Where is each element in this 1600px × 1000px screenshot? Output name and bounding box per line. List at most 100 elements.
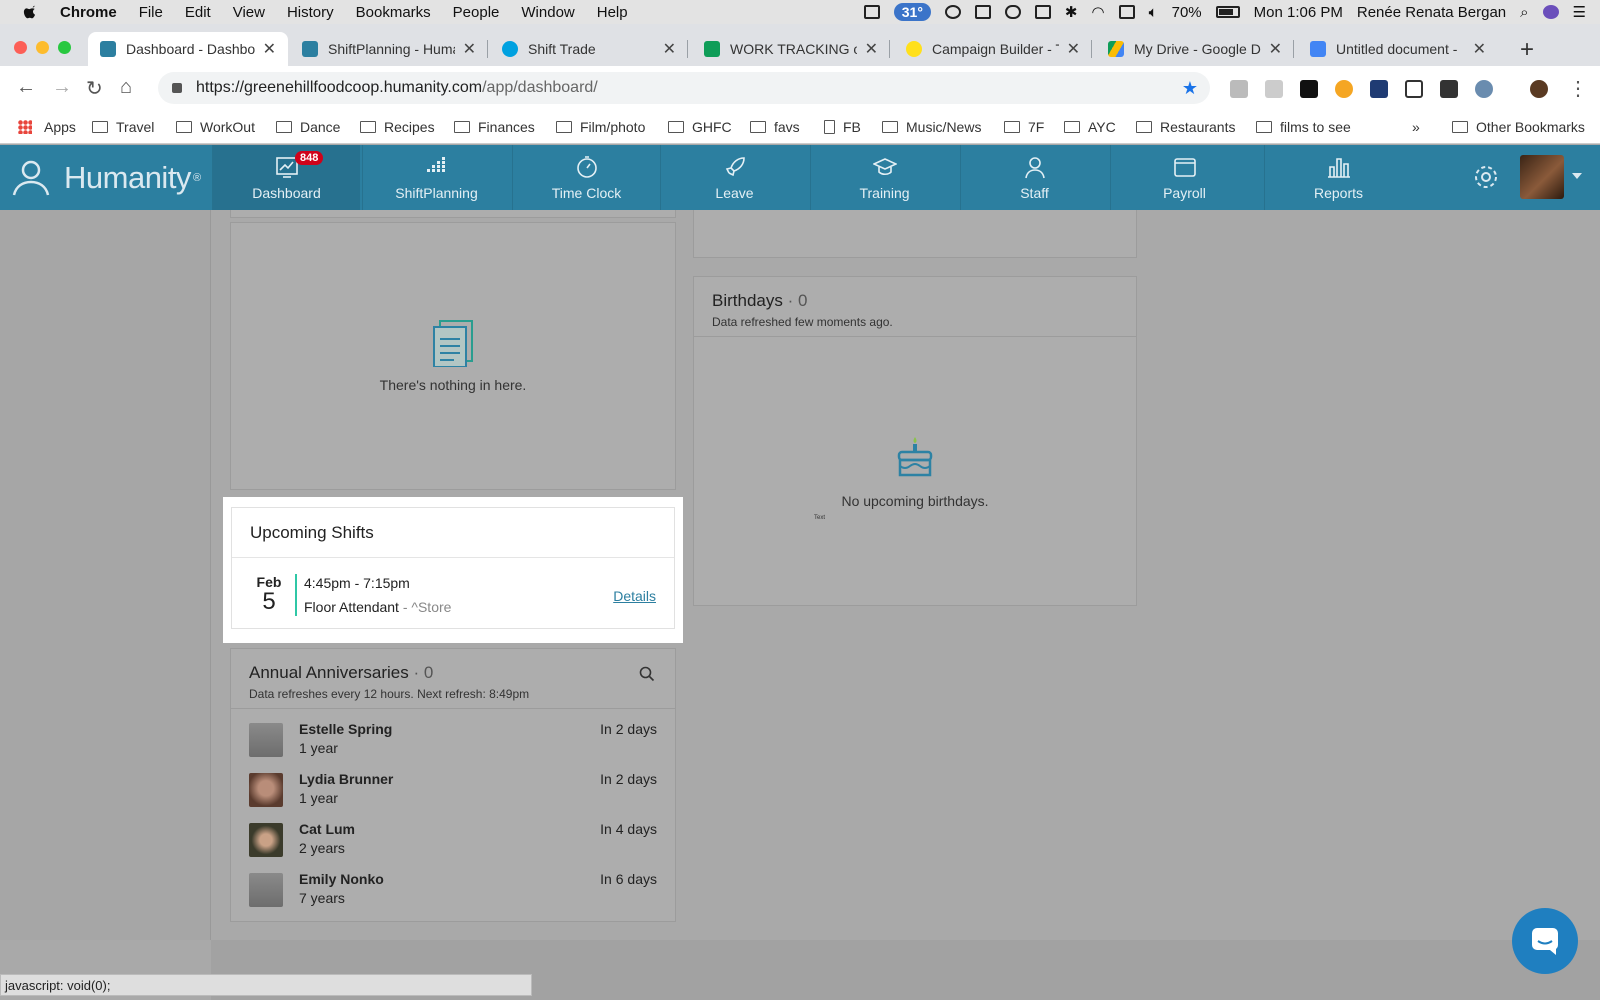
bookmark-folder-films-to-see[interactable]: films to see <box>1256 119 1351 135</box>
display-icon[interactable] <box>863 5 880 19</box>
humanity-logo[interactable]: Humanity ® <box>10 159 201 197</box>
nav-payroll[interactable]: Payroll <box>1110 145 1258 210</box>
menu-edit[interactable]: Edit <box>185 4 211 21</box>
menu-view[interactable]: View <box>233 4 265 21</box>
close-tab-icon[interactable]: ✕ <box>865 39 878 59</box>
bookmark-folder-other[interactable]: Other Bookmarks <box>1452 119 1585 135</box>
notification-center-icon[interactable]: ☰ <box>1573 3 1586 21</box>
spotlight-icon[interactable]: ⌕ <box>1520 4 1528 21</box>
zoom-window-button[interactable] <box>58 41 71 54</box>
menu-history[interactable]: History <box>287 4 334 21</box>
bluetooth-icon[interactable]: ✱ <box>1065 3 1078 21</box>
drive-extension-icon[interactable] <box>1230 80 1248 98</box>
password-extension-icon[interactable] <box>1440 80 1458 98</box>
bookmarks-overflow-button[interactable]: » <box>1412 119 1420 135</box>
chevron-down-icon[interactable] <box>1572 173 1582 179</box>
amazon-extension-icon[interactable] <box>1300 80 1318 98</box>
nav-staff[interactable]: Staff <box>960 145 1108 210</box>
battery-icon[interactable] <box>1215 6 1240 18</box>
shift-details-link[interactable]: Details <box>613 588 656 604</box>
anniversary-row[interactable]: Lydia Brunner 1 year In 2 days <box>231 765 675 811</box>
support-chat-button[interactable] <box>1512 908 1578 974</box>
creative-cloud-icon[interactable] <box>944 5 961 19</box>
back-icon[interactable]: ← <box>16 76 36 99</box>
weather-temperature[interactable]: 31° <box>893 3 931 21</box>
close-tab-icon[interactable]: ✕ <box>1269 39 1282 59</box>
reload-icon[interactable]: ↻ <box>86 76 103 101</box>
nav-leave[interactable]: Leave <box>660 145 808 210</box>
apple-icon[interactable] <box>22 3 42 21</box>
minimize-window-button[interactable] <box>36 41 49 54</box>
battery-percent[interactable]: 70% <box>1172 4 1202 21</box>
menu-file[interactable]: File <box>139 4 163 21</box>
siri-icon[interactable] <box>1542 5 1559 19</box>
close-tab-icon[interactable]: ✕ <box>463 39 476 59</box>
user-name[interactable]: Renée Renata Bergan <box>1357 4 1506 21</box>
bookmark-folder-restaurants[interactable]: Restaurants <box>1136 119 1235 135</box>
cloud-upload-icon[interactable] <box>1004 5 1021 19</box>
browser-tab-dashboard[interactable]: Dashboard - Dashbo ✕ <box>88 32 288 66</box>
close-tab-icon[interactable]: ✕ <box>1473 39 1486 59</box>
nav-reports[interactable]: Reports <box>1264 145 1412 210</box>
browser-tab-campaign-builder[interactable]: Campaign Builder - T ✕ <box>894 32 1092 66</box>
folder-icon <box>360 121 376 133</box>
address-bar[interactable]: https://greenehillfoodcoop.humanity.com /… <box>158 72 1210 104</box>
menu-app-name[interactable]: Chrome <box>60 4 117 21</box>
honey-extension-icon[interactable] <box>1335 80 1353 98</box>
bookmark-folder-travel[interactable]: Travel <box>92 119 154 135</box>
tasks-extension-icon[interactable] <box>1265 80 1283 98</box>
search-icon[interactable] <box>639 666 655 682</box>
cube-extension-icon[interactable] <box>1405 80 1423 98</box>
nav-dashboard[interactable]: 848 Dashboard <box>212 145 360 210</box>
browser-tab-work-tracking[interactable]: WORK TRACKING of ✕ <box>692 32 890 66</box>
bookmark-folder-finances[interactable]: Finances <box>454 119 535 135</box>
browser-tab-shift-trade[interactable]: Shift Trade ✕ <box>490 32 688 66</box>
lock-icon[interactable] <box>172 83 182 93</box>
bookmark-folder-ghfc[interactable]: GHFC <box>668 119 732 135</box>
close-tab-icon[interactable]: ✕ <box>1067 39 1080 59</box>
chrome-menu-icon[interactable]: ⋮ <box>1568 76 1588 101</box>
close-tab-icon[interactable]: ✕ <box>663 39 676 59</box>
home-icon[interactable]: ⌂ <box>120 76 132 99</box>
bookmark-folder-music-news[interactable]: Music/News <box>882 119 981 135</box>
menu-help[interactable]: Help <box>597 4 628 21</box>
settings-gear-icon[interactable] <box>1472 163 1500 191</box>
anniversary-row[interactable]: Cat Lum 2 years In 4 days <box>231 815 675 861</box>
shift-row[interactable]: Feb 5 4:45pm - 7:15pm Floor Attendant - … <box>232 558 674 630</box>
bookmark-folder-7f[interactable]: 7F <box>1004 119 1044 135</box>
wifi-icon[interactable]: ◠ <box>1092 3 1105 21</box>
close-tab-icon[interactable]: ✕ <box>263 39 276 59</box>
nav-shiftplanning[interactable]: ShiftPlanning <box>362 145 510 210</box>
nav-time-clock[interactable]: Time Clock <box>512 145 660 210</box>
browser-tab-google-drive[interactable]: My Drive - Google D ✕ <box>1096 32 1294 66</box>
browser-tab-untitled-document[interactable]: Untitled document - ✕ <box>1298 32 1498 66</box>
user-avatar[interactable] <box>1520 155 1564 199</box>
inbox-icon[interactable] <box>1034 5 1051 19</box>
bookmark-apps[interactable]: Apps <box>18 119 76 135</box>
bookmark-star-icon[interactable]: ★ <box>1182 78 1198 99</box>
notes-icon[interactable] <box>974 5 991 19</box>
menu-window[interactable]: Window <box>521 4 574 21</box>
bookmark-folder-dance[interactable]: Dance <box>276 119 340 135</box>
anniversary-row[interactable]: Emily Nonko 7 years In 6 days <box>231 865 675 911</box>
bookmark-fb[interactable]: FB <box>824 119 861 135</box>
bookmark-folder-workout[interactable]: WorkOut <box>176 119 255 135</box>
anniversary-row[interactable]: Estelle Spring 1 year In 2 days <box>231 715 675 761</box>
forward-icon[interactable]: → <box>52 76 72 99</box>
clock[interactable]: Mon 1:06 PM <box>1254 4 1343 21</box>
bookmark-folder-recipes[interactable]: Recipes <box>360 119 435 135</box>
profile-avatar-icon[interactable] <box>1530 80 1548 98</box>
menu-people[interactable]: People <box>453 4 500 21</box>
nav-training[interactable]: Training <box>810 145 958 210</box>
airplay-icon[interactable] <box>1118 5 1135 19</box>
bookmark-folder-film-photo[interactable]: Film/photo <box>556 119 645 135</box>
bookmark-folder-ayc[interactable]: AYC <box>1064 119 1116 135</box>
volume-icon[interactable]: 🔈︎ <box>1149 4 1158 21</box>
block-extension-icon[interactable] <box>1475 80 1493 98</box>
new-tab-icon[interactable]: + <box>1520 38 1534 62</box>
browser-tab-shiftplanning[interactable]: ShiftPlanning - Huma ✕ <box>290 32 488 66</box>
menu-bookmarks[interactable]: Bookmarks <box>356 4 431 21</box>
close-window-button[interactable] <box>14 41 27 54</box>
team-extension-icon[interactable] <box>1370 80 1388 98</box>
bookmark-folder-favs[interactable]: favs <box>750 119 800 135</box>
